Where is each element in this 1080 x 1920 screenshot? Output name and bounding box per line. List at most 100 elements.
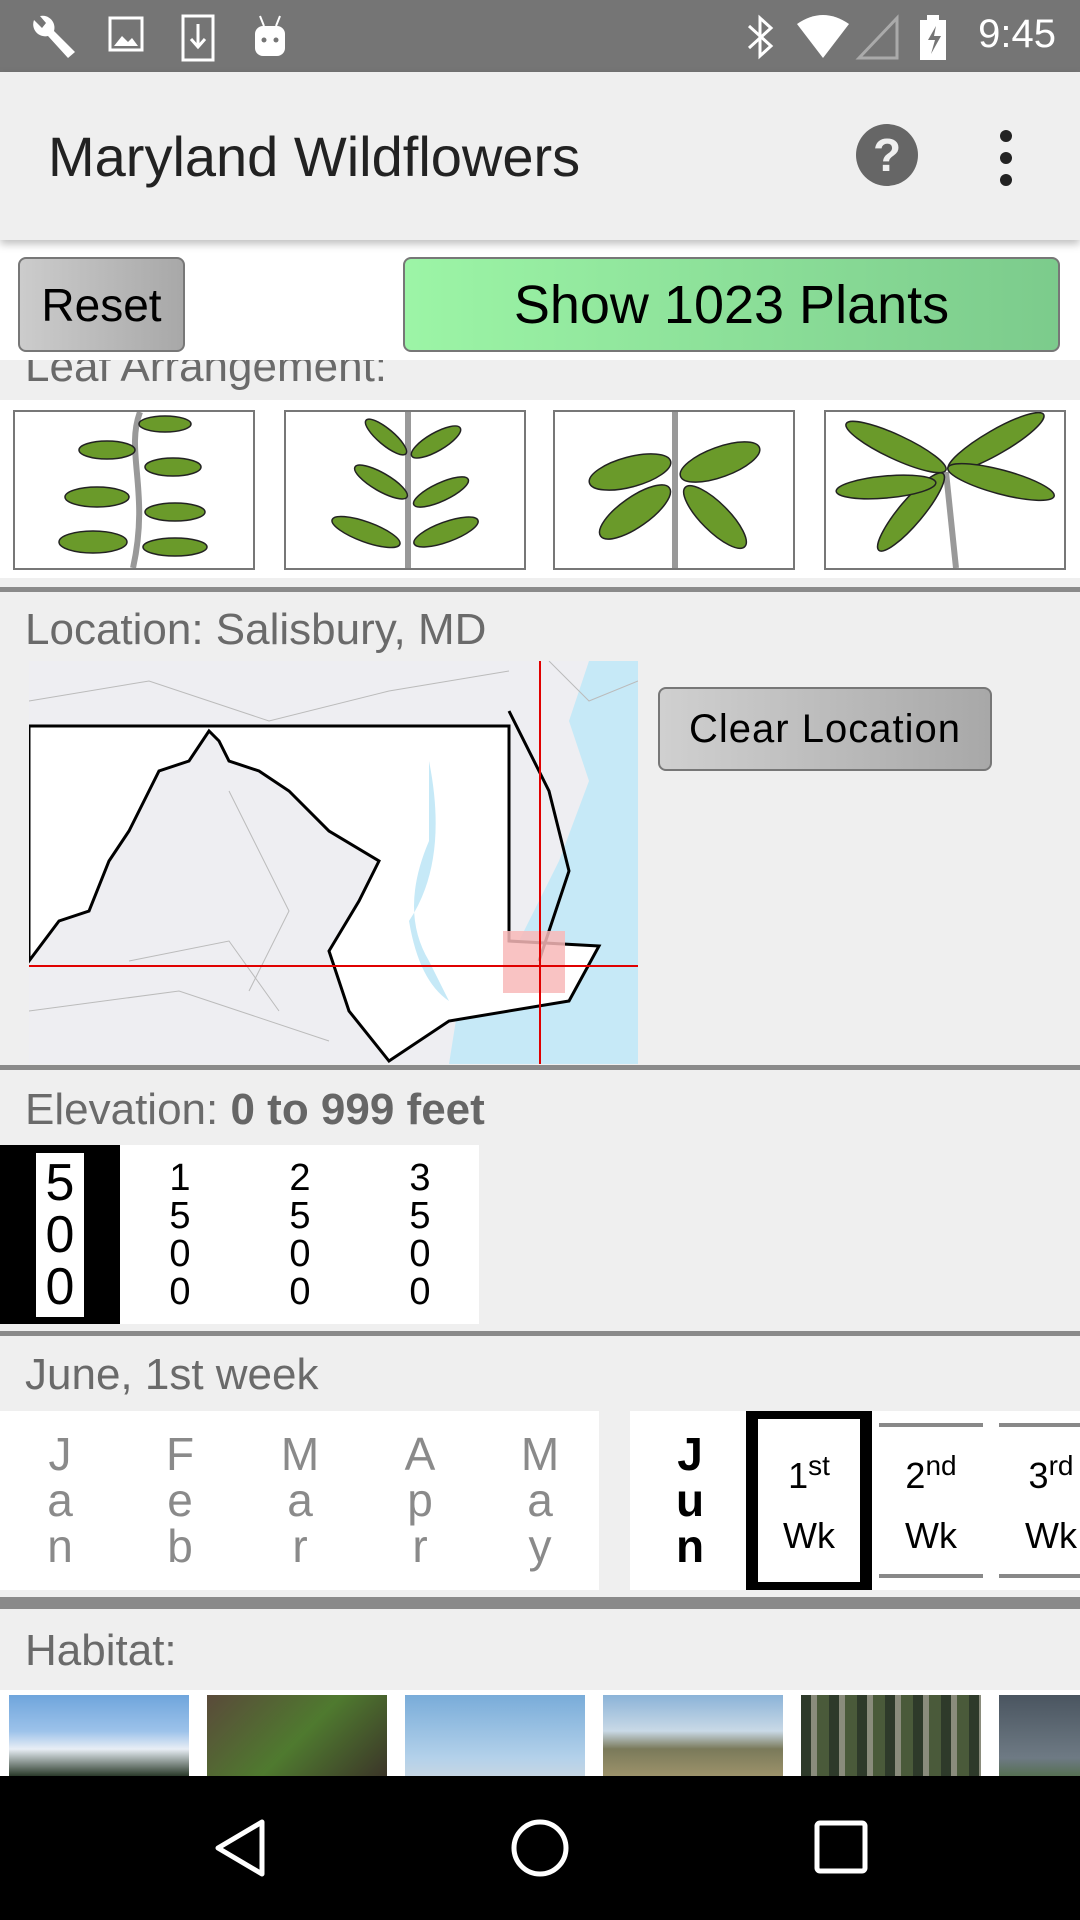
digit: 0 xyxy=(45,1257,75,1316)
app-bar: Maryland Wildflowers ? xyxy=(0,72,1080,240)
leaf-option-opposite[interactable] xyxy=(553,410,795,570)
recents-icon[interactable] xyxy=(814,1820,868,1874)
leaf-option-whorled[interactable] xyxy=(824,410,1066,570)
download-icon xyxy=(181,14,215,62)
letter: b xyxy=(167,1520,193,1572)
digit: 5 xyxy=(45,1153,75,1212)
week-options: Jun 1st Wk 2nd Wk 3rd Wk xyxy=(630,1411,1080,1590)
clock: 9:45 xyxy=(978,12,1056,56)
week-1[interactable]: 1st Wk xyxy=(746,1411,872,1590)
letter: J xyxy=(677,1428,703,1480)
letter: a xyxy=(47,1474,73,1526)
month-option[interactable]: Mar xyxy=(270,1431,330,1569)
habitat-label: Habitat: xyxy=(25,1626,177,1675)
digit: 5 xyxy=(409,1194,431,1237)
letter: e xyxy=(167,1474,193,1526)
elevation-option-1500[interactable]: 1500 xyxy=(120,1145,240,1324)
week-num: 3 xyxy=(1028,1454,1049,1496)
home-icon[interactable] xyxy=(510,1818,570,1878)
cell-signal-icon xyxy=(855,14,899,60)
reset-button[interactable]: Reset xyxy=(18,257,185,352)
digit: 0 xyxy=(169,1232,191,1275)
bluetooth-icon xyxy=(747,14,774,60)
leaf-option-alternate[interactable] xyxy=(13,410,255,570)
letter: r xyxy=(292,1520,308,1572)
digit: 2 xyxy=(289,1156,311,1199)
android-icon xyxy=(255,15,285,56)
elevation-options: 500 1500 2500 3500 xyxy=(0,1145,479,1324)
letter: M xyxy=(520,1428,560,1480)
digit: 5 xyxy=(169,1194,191,1237)
back-icon[interactable] xyxy=(212,1818,268,1878)
digit: 0 xyxy=(409,1232,431,1275)
battery-charging-icon xyxy=(920,15,946,60)
help-circle-icon[interactable]: ? xyxy=(856,124,918,186)
elevation-label: Elevation: 0 to 999 feet xyxy=(25,1085,485,1135)
wifi-icon xyxy=(797,15,849,58)
season-label: June, 1st week xyxy=(25,1350,319,1399)
letter: r xyxy=(412,1520,428,1572)
navigation-bar xyxy=(0,1776,1080,1920)
digit: 0 xyxy=(409,1270,431,1313)
elevation-label-text: Elevation: xyxy=(25,1085,231,1134)
elevation-option-2500[interactable]: 2500 xyxy=(240,1145,360,1324)
digit: 3 xyxy=(409,1156,431,1199)
letter: A xyxy=(404,1428,436,1480)
digit: 0 xyxy=(169,1270,191,1313)
image-icon xyxy=(108,16,144,52)
clear-location-button[interactable]: Clear Location xyxy=(658,687,992,771)
week-suffix: nd xyxy=(925,1449,957,1481)
digit: 0 xyxy=(289,1232,311,1275)
action-bar: Reset Show 1023 Plants xyxy=(0,240,1080,360)
habitat-forest[interactable] xyxy=(801,1695,981,1776)
week-num: 2 xyxy=(905,1454,926,1496)
letter: F xyxy=(165,1428,195,1480)
week-suffix: st xyxy=(808,1449,830,1481)
leaf-arrangement-options xyxy=(0,400,1080,578)
location-map[interactable] xyxy=(29,661,638,1064)
elevation-value: 0 to 999 feet xyxy=(230,1085,485,1134)
show-plants-button[interactable]: Show 1023 Plants xyxy=(403,257,1060,352)
month-option[interactable]: May xyxy=(510,1431,570,1569)
digit: 1 xyxy=(169,1156,191,1199)
week-unit: Wk xyxy=(1025,1514,1077,1556)
letter: n xyxy=(675,1520,705,1572)
habitat-storm-field[interactable] xyxy=(999,1695,1080,1776)
letter: p xyxy=(407,1474,433,1526)
elevation-option-500[interactable]: 500 xyxy=(0,1145,120,1324)
habitat-open-water[interactable] xyxy=(405,1695,585,1776)
week-3[interactable]: 3rd Wk xyxy=(999,1423,1080,1578)
habitat-rock-ferns[interactable] xyxy=(207,1695,387,1776)
wrench-icon xyxy=(33,15,75,58)
digit: 0 xyxy=(45,1205,75,1264)
habitat-options xyxy=(0,1690,1080,1776)
week-suffix: rd xyxy=(1048,1449,1074,1481)
leaf-option-alternate-sparse[interactable] xyxy=(284,410,526,570)
month-option[interactable]: Apr xyxy=(390,1431,450,1569)
habitat-grassland[interactable] xyxy=(603,1695,783,1776)
month-jun[interactable]: Jun xyxy=(660,1431,720,1569)
divider xyxy=(0,1065,1080,1070)
letter: n xyxy=(47,1520,73,1572)
letter: M xyxy=(280,1428,320,1480)
habitat-mountains[interactable] xyxy=(9,1695,189,1776)
letter: y xyxy=(528,1520,552,1572)
month-options: JanFebMarAprMay xyxy=(0,1411,599,1590)
digit: 0 xyxy=(289,1270,311,1313)
elevation-option-3500[interactable]: 3500 xyxy=(360,1145,480,1324)
month-option[interactable]: Feb xyxy=(150,1431,210,1569)
week-num: 1 xyxy=(788,1454,809,1496)
letter: a xyxy=(527,1474,553,1526)
week-unit: Wk xyxy=(783,1514,835,1556)
digit: 5 xyxy=(289,1194,311,1237)
week-unit: Wk xyxy=(905,1514,957,1556)
divider xyxy=(0,1597,1080,1609)
letter: J xyxy=(48,1428,72,1480)
more-vert-icon[interactable] xyxy=(1000,130,1014,196)
month-option[interactable]: Jan xyxy=(30,1431,90,1569)
divider xyxy=(0,1331,1080,1336)
letter: u xyxy=(675,1474,705,1526)
week-2[interactable]: 2nd Wk xyxy=(879,1423,983,1578)
location-label: Location: Salisbury, MD xyxy=(25,605,487,654)
letter: a xyxy=(287,1474,313,1526)
